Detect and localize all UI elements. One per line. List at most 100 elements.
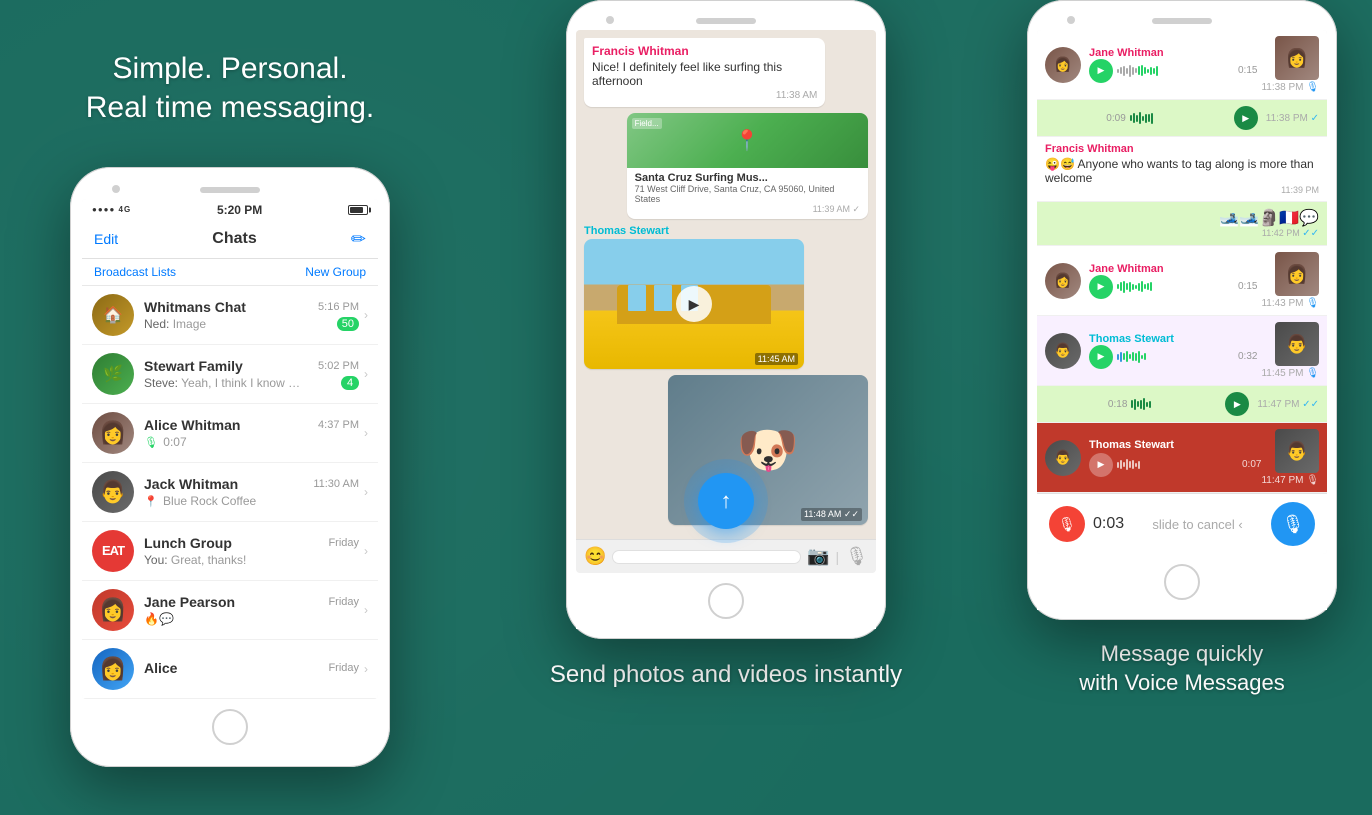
phone3-camera bbox=[1067, 16, 1075, 24]
play-button-thomas1[interactable]: ▶ bbox=[1089, 345, 1113, 369]
voice-message-outgoing2: 0:18 ▶ 11:47 PM ✓✓ bbox=[1037, 386, 1327, 423]
waveform-thomas2 bbox=[1117, 457, 1238, 473]
broadcast-lists-button[interactable]: Broadcast Lists bbox=[94, 265, 176, 279]
list-item[interactable]: 👩 Alice Friday › bbox=[82, 640, 378, 699]
voice-message-row-thomas2: 👨 Thomas Stewart ▶ 0:07 bbox=[1037, 423, 1327, 493]
chat-preview-row: Ned: Image 50 bbox=[144, 317, 359, 331]
emoji-icon[interactable]: 😊 bbox=[584, 546, 606, 567]
play-button-thomas2[interactable]: ▶ bbox=[1089, 453, 1113, 477]
tagline-line1: Simple. Personal. bbox=[86, 49, 374, 88]
phone3-container: 👩 Jane Whitman ▶ 0:15 bbox=[1027, 0, 1337, 620]
list-item[interactable]: 👨 Jack Whitman 11:30 AM 📍 Blue Rock Coff… bbox=[82, 463, 378, 522]
chat-preview-row: You: Great, thanks! bbox=[144, 553, 359, 567]
chat-time: Friday bbox=[328, 596, 359, 608]
francis-sender: Francis Whitman bbox=[1045, 143, 1319, 155]
voice-sender-jane2: Jane Whitman bbox=[1089, 263, 1257, 275]
play-button-out2[interactable]: ▶ bbox=[1225, 392, 1249, 416]
mic-large-button[interactable]: 🎙 bbox=[1271, 502, 1315, 546]
signal-indicator: ●●●● 4G bbox=[92, 205, 131, 214]
battery-icon bbox=[348, 205, 368, 215]
home-button[interactable] bbox=[212, 709, 248, 745]
chevron-icon: › bbox=[364, 308, 368, 322]
message-sender: Francis Whitman bbox=[592, 44, 817, 58]
status-time: 5:20 PM bbox=[217, 203, 262, 217]
left-section: Simple. Personal. Real time messaging. ●… bbox=[0, 0, 460, 815]
avatar: 👩 bbox=[1045, 47, 1081, 83]
phone3-top bbox=[1037, 10, 1327, 30]
compose-button[interactable]: ✏ bbox=[351, 229, 366, 250]
avatar: 👩 bbox=[92, 648, 134, 690]
avatar: 👨 bbox=[92, 471, 134, 513]
phone1-speaker bbox=[200, 187, 260, 193]
status-bar: ●●●● 4G 5:20 PM bbox=[82, 199, 378, 221]
phone2-top bbox=[576, 10, 876, 30]
voice-content: Jane Whitman ▶ 0:15 bbox=[1089, 47, 1257, 83]
video-message: Thomas Stewart ▶ bbox=[584, 225, 868, 369]
list-item[interactable]: 👩 Alice Whitman 4:37 PM 🎙 0:07 › bbox=[82, 404, 378, 463]
voice-waveform-jane2: ▶ 0:15 bbox=[1089, 275, 1257, 299]
chevron-icon: › bbox=[364, 603, 368, 617]
avatar: 🏠 bbox=[92, 294, 134, 336]
chat-input-field[interactable] bbox=[612, 550, 801, 564]
play-button[interactable]: ▶ bbox=[1089, 59, 1113, 83]
phone2-bottom bbox=[576, 573, 876, 629]
voice-content-jane2: Jane Whitman ▶ 0:15 bbox=[1089, 263, 1257, 299]
chat-badge: 50 bbox=[337, 317, 359, 331]
chat-content: Jack Whitman 11:30 AM 📍 Blue Rock Coffee bbox=[144, 476, 359, 508]
chat-name: Whitmans Chat bbox=[144, 299, 246, 315]
phone2-container: Francis Whitman Nice! I definitely feel … bbox=[566, 0, 886, 639]
play-button-jane2[interactable]: ▶ bbox=[1089, 275, 1113, 299]
tagline-line2: Real time messaging. bbox=[86, 88, 374, 127]
voice-duration: 0:09 bbox=[1106, 113, 1125, 124]
nav-edit-button[interactable]: Edit bbox=[94, 231, 118, 247]
chat-name: Stewart Family bbox=[144, 358, 243, 374]
chat-preview: 🔥💬 bbox=[144, 612, 174, 626]
new-group-button[interactable]: New Group bbox=[305, 265, 366, 279]
list-item[interactable]: 🌿 Stewart Family 5:02 PM Steve: Yeah, I … bbox=[82, 345, 378, 404]
phone3-bottom bbox=[1037, 554, 1327, 610]
chat-preview-row: 🎙 0:07 bbox=[144, 435, 359, 449]
main-layout: Simple. Personal. Real time messaging. ●… bbox=[0, 0, 1372, 815]
home-button-3[interactable] bbox=[1164, 564, 1200, 600]
list-item[interactable]: EAT Lunch Group Friday You: Great, thank… bbox=[82, 522, 378, 581]
chevron-icon: › bbox=[364, 662, 368, 676]
play-button-icon[interactable]: ▶ bbox=[676, 286, 712, 322]
video-time: 11:45 AM bbox=[755, 353, 798, 365]
chat-preview: Steve: Yeah, I think I know wha... bbox=[144, 376, 304, 390]
waveform-out2 bbox=[1131, 396, 1221, 412]
voice-screen: 👩 Jane Whitman ▶ 0:15 bbox=[1037, 30, 1327, 493]
photo-time: 11:48 AM ✓✓ bbox=[801, 508, 862, 521]
voice-sender-thomas2: Thomas Stewart bbox=[1089, 439, 1261, 451]
phone1-container: ●●●● 4G 5:20 PM Edit Chats ✏ bbox=[70, 167, 390, 767]
caption-text: Send photos and videos instantly bbox=[550, 659, 902, 690]
voice-waveform: ▶ 0:15 bbox=[1089, 59, 1257, 83]
phone1-frame: ●●●● 4G 5:20 PM Edit Chats ✏ bbox=[70, 167, 390, 767]
chat-preview-row: 📍 Blue Rock Coffee bbox=[144, 494, 359, 508]
play-button-out[interactable]: ▶ bbox=[1234, 106, 1258, 130]
francis-text-message: Francis Whitman 😜😅 Anyone who wants to t… bbox=[1037, 137, 1327, 202]
chat-content: Lunch Group Friday You: Great, thanks! bbox=[144, 535, 359, 567]
chat-content: Jane Pearson Friday 🔥💬 bbox=[144, 594, 359, 626]
location-time: 11:39 AM ✓ bbox=[635, 204, 860, 215]
camera-icon[interactable]: 📷 bbox=[807, 546, 829, 567]
voice-photo-thomas1: 👨 bbox=[1275, 322, 1319, 366]
list-item[interactable]: 👩 Jane Pearson Friday 🔥💬 › bbox=[82, 581, 378, 640]
home-button-2[interactable] bbox=[708, 583, 744, 619]
location-title: Santa Cruz Surfing Mus... bbox=[635, 172, 860, 184]
voice-photo-jane2: 👩 bbox=[1275, 252, 1319, 296]
avatar-thomas2: 👨 bbox=[1045, 440, 1081, 476]
upload-button[interactable]: ↑ bbox=[698, 473, 754, 529]
chat-header-row: Alice Friday bbox=[144, 660, 359, 676]
right-section: 👩 Jane Whitman ▶ 0:15 bbox=[992, 0, 1372, 815]
voice-time-thomas2: 11:47 PM 🎙 bbox=[1261, 475, 1319, 486]
phone3-speaker bbox=[1152, 18, 1212, 24]
list-item[interactable]: 🏠 Whitmans Chat 5:16 PM Ned: Image 50 bbox=[82, 286, 378, 345]
chat-content: Alice Whitman 4:37 PM 🎙 0:07 bbox=[144, 417, 359, 449]
message-bubble: Francis Whitman Nice! I definitely feel … bbox=[584, 38, 825, 107]
avatar-thomas1: 👨 bbox=[1045, 333, 1081, 369]
mic-input-icon[interactable]: 🎙 bbox=[845, 546, 868, 567]
voice-time: 11:38 PM 🎙 bbox=[1261, 82, 1319, 93]
chat-time: 5:02 PM bbox=[318, 360, 359, 372]
avatar: 👩 bbox=[92, 589, 134, 631]
voice-time-out2: 11:47 PM ✓✓ bbox=[1257, 399, 1319, 410]
